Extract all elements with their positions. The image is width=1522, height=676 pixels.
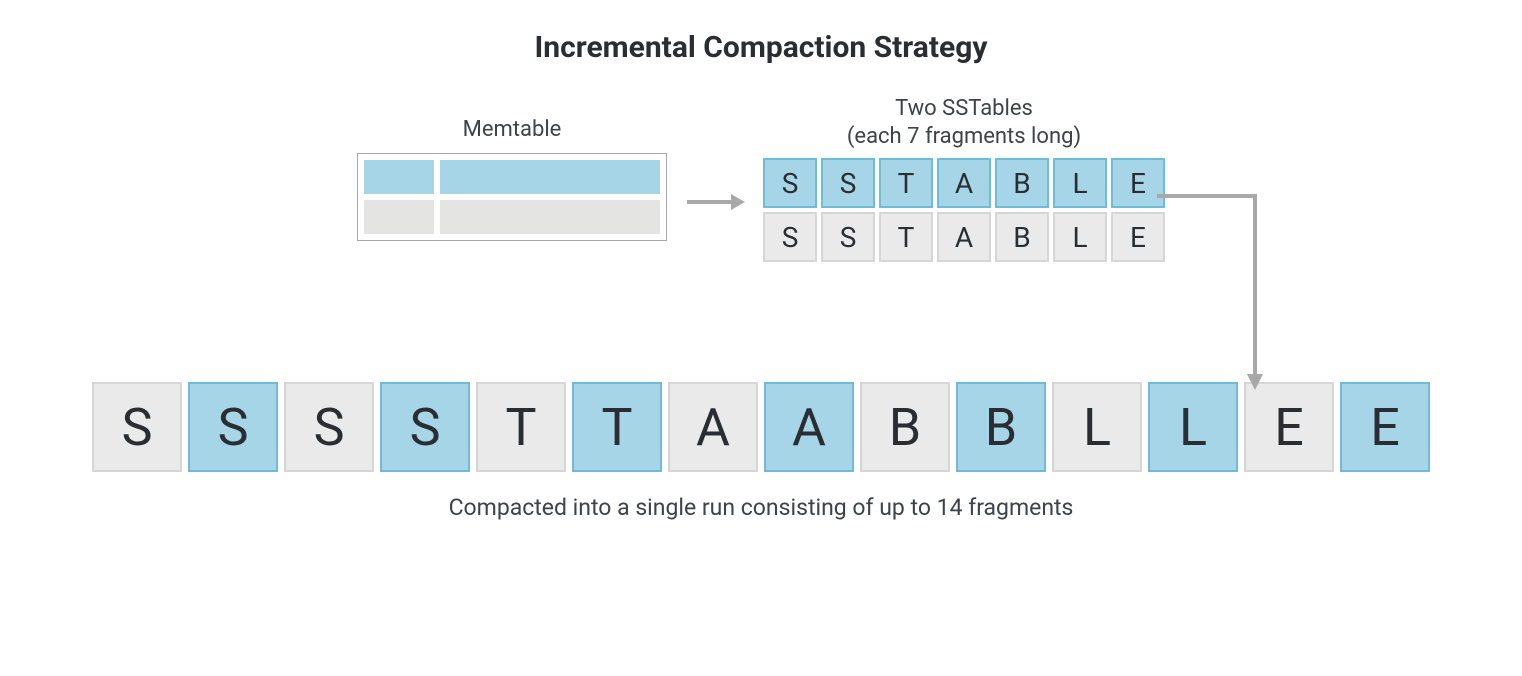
sstable-row-1: SSTABLE <box>763 158 1165 208</box>
sstable-fragment: E <box>1111 212 1165 262</box>
compacted-fragment: B <box>860 382 950 472</box>
compacted-fragment: L <box>1148 382 1238 472</box>
sstable-rows: SSTABLE SSTABLE <box>763 158 1165 262</box>
memtable-cell <box>440 160 660 194</box>
memtable-cell <box>364 200 434 234</box>
sstable-fragment: T <box>879 158 933 208</box>
sstable-fragment: S <box>821 158 875 208</box>
compacted-fragment: S <box>284 382 374 472</box>
memtable-row-1 <box>364 160 660 194</box>
arrow-right-icon <box>685 190 745 218</box>
sstable-fragment: T <box>879 212 933 262</box>
sstable-fragment: B <box>995 158 1049 208</box>
sstable-fragment: B <box>995 212 1049 262</box>
sstable-fragment: E <box>1111 158 1165 208</box>
compacted-row: SSSSTTAABBLLEE <box>92 382 1430 472</box>
sstables-column: Two SSTables (each 7 fragments long) SST… <box>763 95 1165 262</box>
memtable-box <box>357 153 667 241</box>
memtable-cell <box>364 160 434 194</box>
compacted-fragment: T <box>572 382 662 472</box>
sstables-label: Two SSTables (each 7 fragments long) <box>847 95 1081 150</box>
compacted-fragment: E <box>1340 382 1430 472</box>
compacted-fragment: S <box>380 382 470 472</box>
sstable-row-2: SSTABLE <box>763 212 1165 262</box>
sstables-label-line2: (each 7 fragments long) <box>847 124 1081 149</box>
memtable-cell <box>440 200 660 234</box>
compacted-caption: Compacted into a single run consisting o… <box>449 494 1074 521</box>
memtable-column: Memtable <box>357 116 667 242</box>
compacted-fragment: A <box>764 382 854 472</box>
compacted-fragment: E <box>1244 382 1334 472</box>
sstable-fragment: A <box>937 212 991 262</box>
memtable-label: Memtable <box>463 116 562 144</box>
compacted-fragment: B <box>956 382 1046 472</box>
sstable-fragment: S <box>763 212 817 262</box>
compacted-fragment: L <box>1052 382 1142 472</box>
memtable-row-2 <box>364 200 660 234</box>
sstable-fragment: A <box>937 158 991 208</box>
compacted-fragment: A <box>668 382 758 472</box>
compacted-fragment: S <box>92 382 182 472</box>
compacted-area: SSSSTTAABBLLEE Compacted into a single r… <box>0 382 1522 521</box>
diagram-title: Incremental Compaction Strategy <box>0 0 1522 65</box>
sstable-fragment: L <box>1053 158 1107 208</box>
sstable-fragment: S <box>821 212 875 262</box>
compacted-fragment: T <box>476 382 566 472</box>
compacted-fragment: S <box>188 382 278 472</box>
sstables-label-line1: Two SSTables <box>895 96 1033 121</box>
top-row: Memtable Two SSTables (each 7 fragments … <box>0 95 1522 262</box>
sstable-fragment: S <box>763 158 817 208</box>
sstable-fragment: L <box>1053 212 1107 262</box>
